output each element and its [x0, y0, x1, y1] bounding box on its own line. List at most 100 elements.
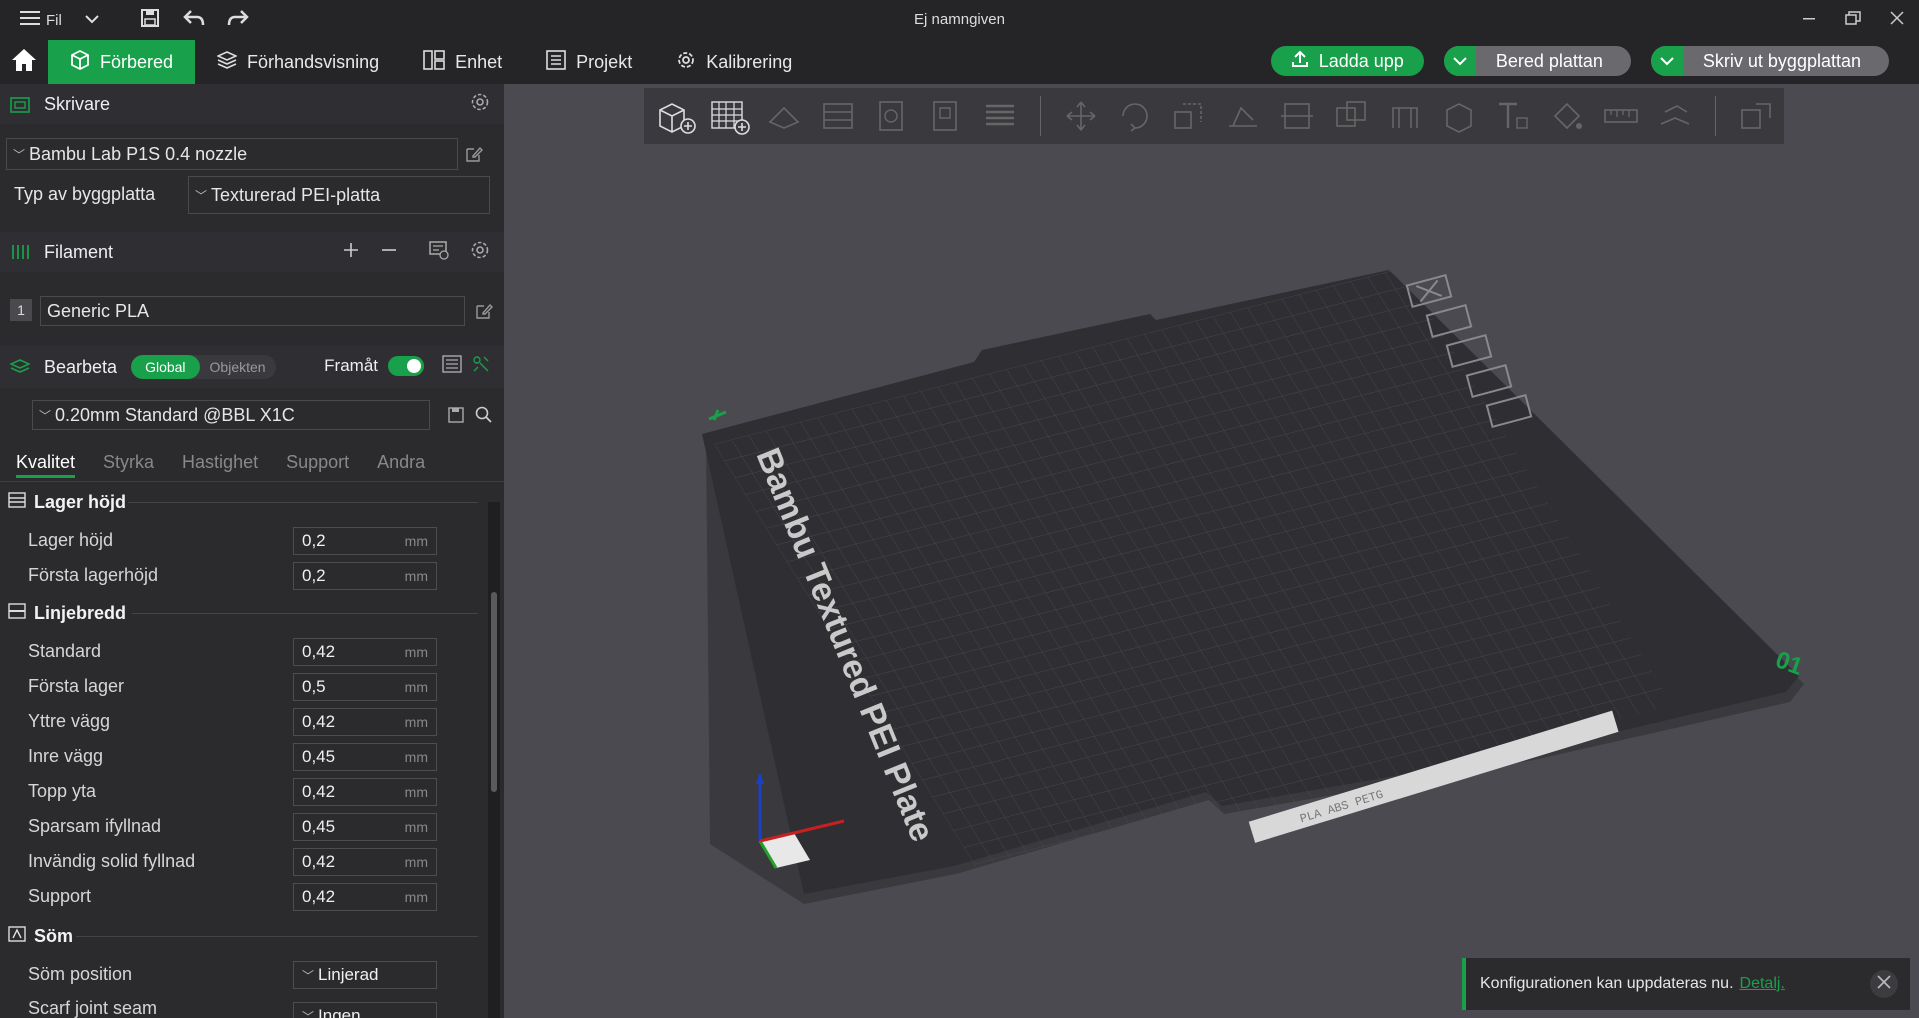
- notification-details-link[interactable]: Detalj.: [1740, 975, 1785, 993]
- window-title: Ej namngiven: [914, 11, 1005, 28]
- param-unit: mm: [404, 679, 428, 695]
- printer-settings-gear-icon[interactable]: [470, 92, 490, 117]
- scope-objects[interactable]: Objekten: [200, 359, 276, 375]
- tab-prepare[interactable]: Förbered: [48, 40, 196, 84]
- compare-icon[interactable]: [442, 354, 462, 378]
- search-icon[interactable]: [474, 405, 494, 425]
- process-preset-select[interactable]: ﹀ 0.20mm Standard @BBL X1C: [32, 400, 430, 430]
- param-label: Söm position: [28, 964, 133, 984]
- chevron-down-icon: ﹀: [302, 1009, 315, 1018]
- param-label: Första lager: [28, 676, 125, 696]
- scarf-joint-seam-select[interactable]: ﹀ Ingen: [293, 1002, 437, 1018]
- 3d-viewport[interactable]: Bambu Textured PEI Plate 01 PLA ABS PETG: [504, 84, 1919, 1018]
- remove-filament-icon[interactable]: [380, 241, 398, 264]
- settings-panel: Skrivare ﹀ Bambu Lab P1S 0.4 nozzle Typ …: [0, 84, 504, 1018]
- tab-device[interactable]: Enhet: [401, 40, 524, 84]
- filament-section-header: Filament: [0, 232, 504, 272]
- advanced-toggle[interactable]: [388, 356, 424, 376]
- home-button[interactable]: [0, 40, 48, 84]
- filament-sync-icon[interactable]: [428, 240, 450, 265]
- upload-label: Ladda upp: [1318, 50, 1404, 71]
- line-width-inner-wall-input[interactable]: 0,45 mm: [293, 743, 437, 771]
- plate-type-label: Typ av byggplatta: [14, 184, 156, 204]
- chevron-down-icon[interactable]: [1650, 46, 1683, 76]
- filament-settings-gear-icon[interactable]: [470, 240, 490, 265]
- tab-preview[interactable]: Förhandsvisning: [195, 40, 401, 84]
- scrollbar-thumb[interactable]: [491, 592, 497, 792]
- process-tools-icon[interactable]: [472, 355, 490, 378]
- line-width-sparse-infill-input[interactable]: 0,45 mm: [293, 813, 437, 841]
- layer-height-input[interactable]: 0,2 mm: [293, 527, 437, 555]
- scope-global[interactable]: Global: [131, 355, 200, 379]
- param-value: Linjerad: [318, 965, 379, 984]
- param-unit: mm: [404, 714, 428, 730]
- restore-button[interactable]: [1831, 0, 1875, 40]
- upload-button[interactable]: Ladda upp: [1270, 46, 1424, 76]
- line-width-icon: [8, 603, 26, 624]
- seam-position-select[interactable]: ﹀ Linjerad: [293, 961, 437, 989]
- edit-printer-icon[interactable]: [464, 144, 484, 164]
- scope-switch[interactable]: Global Objekten: [131, 355, 276, 379]
- group-title-text: Lager höjd: [34, 492, 127, 512]
- line-width-top-surface-input[interactable]: 0,42 mm: [293, 778, 437, 806]
- list-icon: [546, 49, 566, 75]
- param-label: Inre vägg: [28, 746, 104, 766]
- chevron-down-icon[interactable]: [1443, 46, 1476, 76]
- filament-select[interactable]: Generic PLA: [40, 296, 465, 326]
- subtab-quality[interactable]: Kvalitet: [16, 452, 76, 478]
- line-width-default-input[interactable]: 0,42 mm: [293, 638, 437, 666]
- advanced-label: Framåt: [324, 356, 378, 375]
- line-width-internal-solid-infill-input[interactable]: 0,42 mm: [293, 848, 437, 876]
- printer-section-title: Skrivare: [44, 93, 111, 114]
- chevron-down-icon: [85, 11, 99, 29]
- menu-dropdown-button[interactable]: [72, 0, 112, 40]
- seam-icon: [8, 926, 26, 947]
- subtab-others[interactable]: Andra: [377, 452, 425, 478]
- settings-scrollbar[interactable]: [488, 502, 500, 1018]
- line-width-outer-wall-input[interactable]: 0,42 mm: [293, 708, 437, 736]
- filament-section-title: Filament: [44, 241, 114, 262]
- close-notification-button[interactable]: [1870, 970, 1898, 998]
- group-title-text: Söm: [34, 926, 74, 946]
- filament-icon: [10, 243, 32, 261]
- group-line-width: Linjebredd: [8, 603, 126, 624]
- subtab-strength[interactable]: Styrka: [103, 452, 154, 478]
- print-plate-button[interactable]: Skriv ut byggplattan: [1650, 46, 1889, 76]
- printer-icon: [10, 95, 32, 113]
- file-menu-button[interactable]: Fil: [14, 0, 68, 40]
- build-plate-svg[interactable]: Bambu Textured PEI Plate 01 PLA ABS PETG: [504, 84, 1919, 1018]
- redo-button[interactable]: [218, 0, 258, 40]
- param-value: 0,45: [302, 747, 336, 766]
- app-window: Fil Ej namngiven Förbered Förhandsvisnin…: [0, 0, 1919, 1018]
- filament-slot-number: 1: [10, 299, 32, 321]
- param-value: 0,2: [302, 531, 326, 550]
- save-preset-icon[interactable]: [446, 405, 466, 425]
- close-window-button[interactable]: [1875, 0, 1919, 40]
- process-section-title: Bearbeta: [44, 356, 118, 377]
- line-width-first-layer-input[interactable]: 0,5 mm: [293, 673, 437, 701]
- printer-model-select[interactable]: ﹀ Bambu Lab P1S 0.4 nozzle: [6, 138, 458, 170]
- line-width-support-input[interactable]: 0,42 mm: [293, 883, 437, 911]
- save-button[interactable]: [130, 0, 170, 40]
- undo-button[interactable]: [174, 0, 214, 40]
- minimize-button[interactable]: [1787, 0, 1831, 40]
- param-label: Yttre vägg: [28, 711, 111, 731]
- printer-model-value: Bambu Lab P1S 0.4 nozzle: [29, 143, 248, 164]
- edit-filament-icon[interactable]: [474, 301, 494, 321]
- subtab-speed[interactable]: Hastighet: [182, 452, 258, 478]
- plate-type-select[interactable]: ﹀ Texturerad PEI-platta: [188, 176, 490, 214]
- param-unit: mm: [404, 784, 428, 800]
- prepare-plate-button[interactable]: Bered plattan: [1443, 46, 1631, 76]
- subtab-support[interactable]: Support: [286, 452, 349, 478]
- param-unit: mm: [404, 819, 428, 835]
- param-label: Sparsam ifyllnad: [28, 816, 162, 836]
- layer-height-icon: [8, 492, 26, 513]
- tab-project[interactable]: Projekt: [524, 40, 654, 84]
- add-filament-icon[interactable]: [342, 241, 360, 264]
- param-unit: mm: [404, 568, 428, 584]
- first-layer-height-input[interactable]: 0,2 mm: [293, 562, 437, 590]
- param-label: Första lagerhöjd: [28, 565, 159, 585]
- print-plate-label: Skriv ut byggplattan: [1702, 50, 1861, 71]
- chevron-down-icon: ﹀: [13, 147, 26, 162]
- tab-calibration[interactable]: Kalibrering: [654, 40, 814, 84]
